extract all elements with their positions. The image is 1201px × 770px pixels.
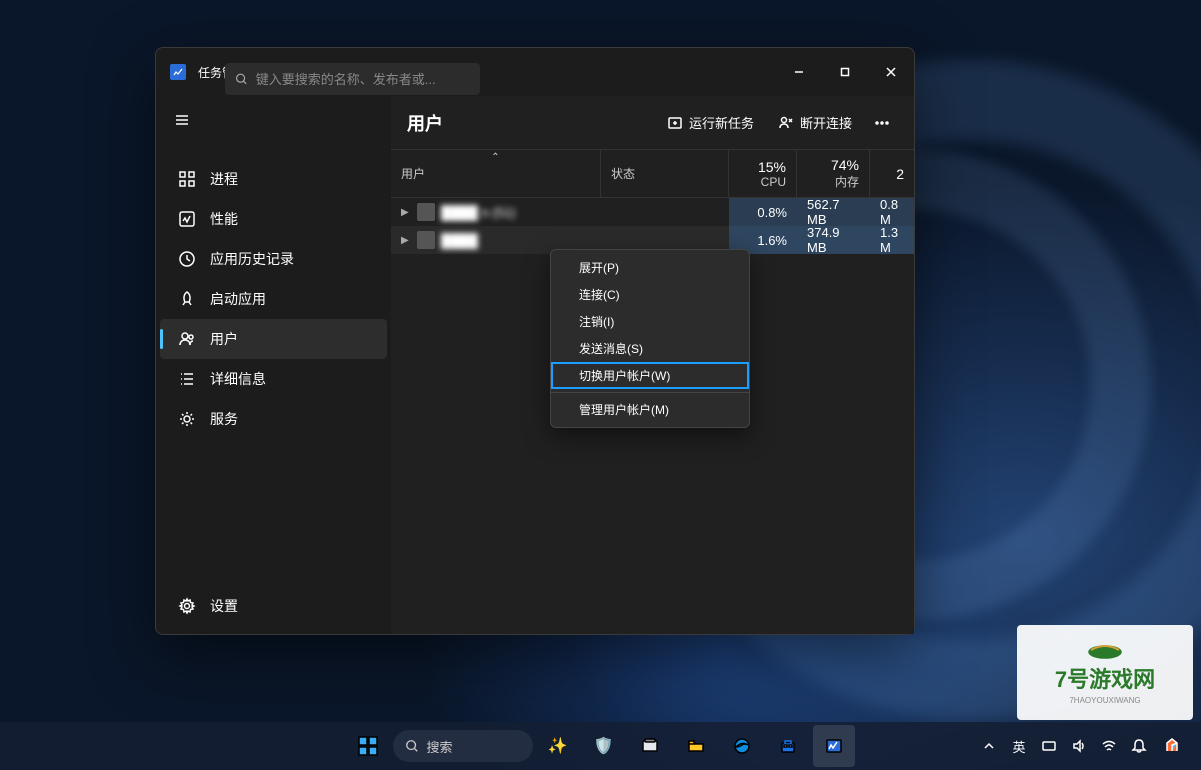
chevron-right-icon[interactable]: ▶ [401,235,411,246]
users-icon [178,330,196,348]
sidebar-item-label: 详细信息 [210,369,266,389]
toolbar: 用户 运行新任务 断开连接 [391,96,914,150]
sidebar-item-label: 服务 [210,409,238,429]
avatar [417,231,435,249]
history-icon [178,250,196,268]
task-view-button[interactable] [629,725,671,767]
ctx-switch-user[interactable]: 切换用户帐户(W) [551,362,749,389]
sidebar: 进程 性能 应用历史记录 启动应用 用户 [156,96,391,634]
chevron-up-icon [983,740,995,752]
rocket-icon [178,290,196,308]
run-task-button[interactable]: 运行新任务 [657,107,764,138]
ime-indicator[interactable]: 英 [1005,730,1033,762]
app-icon [170,64,186,80]
search-input-container[interactable] [225,63,480,95]
cell-mem: 562.7 MB [797,198,870,226]
ctx-manage-user[interactable]: 管理用户帐户(M) [551,396,749,423]
context-menu: 展开(P) 连接(C) 注销(I) 发送消息(S) 切换用户帐户(W) 管理用户… [550,249,750,428]
close-button[interactable] [868,48,914,96]
widgets-button[interactable]: ✨ [537,725,579,767]
page-heading: 用户 [407,110,443,136]
store-button[interactable] [767,725,809,767]
search-input[interactable] [256,72,470,87]
user-name: ████ [441,233,478,248]
edge-button[interactable] [721,725,763,767]
start-button[interactable] [347,725,389,767]
ctx-connect[interactable]: 连接(C) [551,281,749,308]
sidebar-item-processes[interactable]: 进程 [160,159,387,199]
sidebar-item-history[interactable]: 应用历史记录 [160,239,387,279]
sidebar-item-services[interactable]: 服务 [160,399,387,439]
avatar [417,203,435,221]
col-status[interactable]: 状态 [601,150,729,197]
taskbar: 搜索 ✨ 🛡️ 英 [0,722,1201,770]
pulse-icon [178,210,196,228]
disconnect-label: 断开连接 [800,113,852,132]
separator [551,392,749,393]
shield-icon: 🛡️ [594,736,614,756]
col-cpu[interactable]: 15% CPU [729,150,797,197]
cell-cpu: 0.8% [729,198,797,226]
window-controls [776,48,914,96]
gear-icon [178,410,196,428]
show-hidden-icons[interactable] [975,730,1003,762]
sidebar-item-label: 应用历史记录 [210,249,294,269]
globe-icon [1085,640,1125,660]
col-memory[interactable]: 74% 内存 [797,150,870,197]
user-name: ████ n (51) [441,205,515,220]
table-row[interactable]: ▶ ████ n (51) 0.8% 562.7 MB 0.8 M [391,198,914,226]
sidebar-item-performance[interactable]: 性能 [160,199,387,239]
table-header: ⌃ 用户 状态 15% CPU 74% 内存 2 [391,150,914,198]
sparkle-icon: ✨ [548,736,568,756]
sidebar-item-label: 设置 [210,596,238,616]
grid-icon [178,170,196,188]
sidebar-item-users[interactable]: 用户 [160,319,387,359]
notification-icon[interactable] [1125,730,1153,762]
file-explorer-button[interactable] [675,725,717,767]
sidebar-item-label: 进程 [210,169,238,189]
minimize-button[interactable] [776,48,822,96]
chevron-right-icon[interactable]: ▶ [401,207,411,218]
sidebar-item-settings[interactable]: 设置 [160,586,387,626]
sort-indicator-icon: ⌃ [491,152,499,163]
ctx-signoff[interactable]: 注销(I) [551,308,749,335]
run-task-label: 运行新任务 [689,113,754,132]
sidebar-item-label: 性能 [210,209,238,229]
search-icon [235,72,248,86]
sidebar-item-startup[interactable]: 启动应用 [160,279,387,319]
ctx-send-message[interactable]: 发送消息(S) [551,335,749,362]
disconnect-button[interactable]: 断开连接 [768,107,862,138]
col-user[interactable]: ⌃ 用户 [391,150,601,197]
cell-status [601,198,729,226]
sidebar-item-details[interactable]: 详细信息 [160,359,387,399]
search-icon [405,739,419,753]
more-button[interactable] [866,109,898,137]
taskbar-search[interactable]: 搜索 [393,730,533,762]
tray-app-icon[interactable] [1155,730,1189,762]
task-manager-taskbar-button[interactable] [813,725,855,767]
hamburger-button[interactable] [156,104,391,141]
cell-mem: 374.9 MB [797,226,870,254]
volume-icon[interactable] [1065,730,1093,762]
wifi-icon[interactable] [1095,730,1123,762]
ctx-expand[interactable]: 展开(P) [551,254,749,281]
list-icon [178,370,196,388]
cell-net: 1.3 M [870,226,914,254]
sidebar-item-label: 用户 [210,329,238,349]
cell-net: 0.8 M [870,198,914,226]
copilot-button[interactable]: 🛡️ [583,725,625,767]
settings-icon [178,597,196,615]
task-manager-window: 任务管理器 进程 性能 应用历史记录 [155,47,915,635]
sidebar-item-label: 启动应用 [210,289,266,309]
col-network[interactable]: 2 [870,150,914,197]
maximize-button[interactable] [822,48,868,96]
watermark: 7号游戏网 7HAOYOUXIWANG [1017,625,1193,720]
network-icon[interactable] [1035,730,1063,762]
